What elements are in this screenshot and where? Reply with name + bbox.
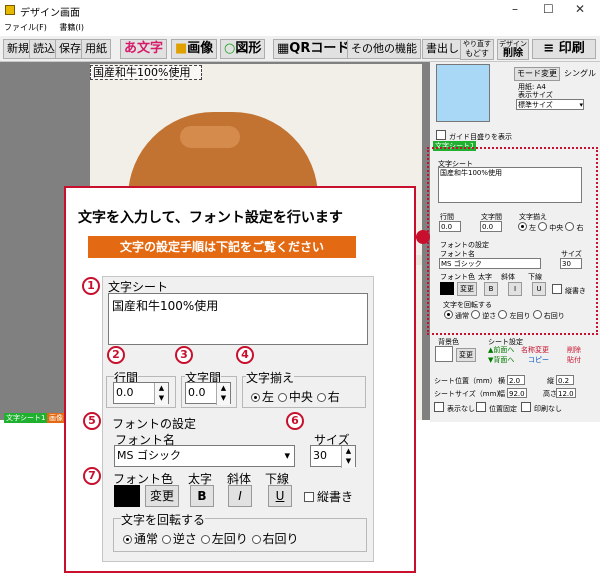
step-badge-4: 4 <box>236 346 254 364</box>
w-input[interactable]: 92.0 <box>507 388 527 398</box>
font-size-spinner[interactable]: ▲ ▼ <box>341 446 355 468</box>
minimize-button[interactable]: – <box>512 2 518 16</box>
italic-button[interactable]: I <box>228 485 252 507</box>
window-title: デザイン画面 <box>20 8 80 19</box>
menu-file[interactable]: ファイル(F) <box>4 23 47 32</box>
right-sheet-textarea[interactable]: 国産和牛100%使用 <box>438 167 582 203</box>
export-button[interactable]: 書出し <box>422 39 463 59</box>
paper-button[interactable]: 用紙 <box>81 39 111 59</box>
shape-button[interactable]: ○図形 <box>220 39 266 59</box>
text-button[interactable]: あ文字 <box>120 39 168 59</box>
x-input[interactable]: 2.0 <box>507 375 525 385</box>
print-icon: ≡ <box>543 41 555 56</box>
sheet-size-label: シートサイズ（mm） <box>434 390 504 398</box>
line-spacing-spinner[interactable]: ▲ ▼ <box>154 383 168 405</box>
callout-subtitle: 文字の設定手順は下記をご覧ください <box>88 236 356 258</box>
close-button[interactable]: ✕ <box>575 2 585 16</box>
paper-preview <box>436 64 490 122</box>
font-settings-label: フォントの設定 <box>112 417 197 431</box>
y-input[interactable]: 0.2 <box>556 375 574 385</box>
noprint-checkbox[interactable]: 印刷なし <box>521 402 562 414</box>
font-name-select[interactable]: MS ゴシック ▾ <box>114 445 295 467</box>
right-char-spacing-input[interactable]: 0.0 <box>480 221 502 232</box>
app-icon <box>5 5 15 15</box>
other-functions-button[interactable]: その他の機能 <box>347 39 421 59</box>
callout-title: 文字を入力して、フォント設定を行います <box>78 210 343 226</box>
copy-button[interactable]: コピー <box>528 355 549 365</box>
right-vertical-checkbox[interactable]: 縦書き <box>552 284 586 296</box>
selected-text-sheet[interactable]: 国産和牛100%使用 <box>90 65 202 80</box>
align-label: 文字揃え <box>246 369 295 386</box>
y-label: 縦 <box>547 377 554 385</box>
right-font-color-label: フォント色 <box>440 273 475 281</box>
right-rotate-label: 文字を回転する <box>443 301 492 309</box>
circle-icon: ○ <box>224 41 236 56</box>
chevron-down-icon: ▾ <box>284 449 290 462</box>
align-options[interactable]: 左 中央 右 <box>251 388 340 405</box>
font-color-swatch[interactable] <box>114 485 140 507</box>
rotate-label: 文字を回転する <box>121 511 206 528</box>
right-italic-label: 斜体 <box>501 273 515 281</box>
delete-design-button[interactable]: デザイン 削除 <box>497 39 529 60</box>
qr-icon: ▦ <box>277 41 290 56</box>
char-spacing-spinner[interactable]: ▲ ▼ <box>216 383 230 405</box>
w-label: 幅 <box>498 390 505 398</box>
right-italic-button[interactable]: I <box>508 282 522 296</box>
h-label: 高さ <box>543 390 557 398</box>
image-button[interactable]: ■画像 <box>171 39 218 59</box>
display-size-select[interactable]: 標準サイズ ▾ <box>516 99 584 110</box>
mode-value: シングル <box>564 69 596 78</box>
right-align-group[interactable]: 左 中央 右 <box>518 222 583 233</box>
step-badge-2: 2 <box>107 346 125 364</box>
right-underline-label: 下線 <box>528 273 542 281</box>
underline-button[interactable]: U <box>268 485 292 507</box>
print-button[interactable]: ≡ 印刷 <box>532 39 596 59</box>
right-size-input[interactable]: 30 <box>560 258 582 269</box>
mode-change-button[interactable]: モード変更 <box>514 67 560 81</box>
burger-highlight <box>180 126 240 148</box>
vertical-text-checkbox[interactable]: 縦書き <box>304 488 353 505</box>
right-align-label: 文字揃え <box>519 213 547 221</box>
x-label: 横 <box>498 377 505 385</box>
right-underline-button[interactable]: U <box>532 282 546 296</box>
step-badge-6: 6 <box>286 412 304 430</box>
bold-button[interactable]: B <box>190 485 214 507</box>
right-rotate-group[interactable]: 通常 逆さ 左回り 右回り <box>444 310 565 321</box>
right-line-spacing-input[interactable]: 0.0 <box>439 221 461 232</box>
text-sheet-input[interactable]: 国産和牛100%使用 <box>108 293 368 345</box>
delete-sheet-button[interactable]: 削除 <box>567 345 581 355</box>
maximize-button[interactable]: ☐ <box>543 2 554 16</box>
sheet-tab-text[interactable]: 文字シート1 <box>4 413 48 423</box>
bring-front-button[interactable]: ▲前面へ <box>488 345 514 355</box>
bg-color-swatch[interactable] <box>435 346 453 362</box>
step-badge-7: 7 <box>83 467 101 485</box>
color-change-button[interactable]: 変更 <box>145 485 179 507</box>
right-bold-label: 太字 <box>478 273 492 281</box>
sheet-position-label: シート位置（mm） <box>434 377 497 385</box>
rename-button[interactable]: 名称変更 <box>521 345 549 355</box>
menu-bar: ファイル(F) 書籍(I) <box>0 22 600 36</box>
chevron-down-icon: ▾ <box>579 101 583 109</box>
right-font-select[interactable]: MS ゴシック <box>439 258 541 269</box>
right-color-change-button[interactable]: 変更 <box>457 282 477 296</box>
step-badge-3: 3 <box>175 346 193 364</box>
qr-button[interactable]: ▦QRコード <box>273 39 354 59</box>
paste-button[interactable]: 貼付 <box>567 355 581 365</box>
right-bold-button[interactable]: B <box>484 282 498 296</box>
bg-change-button[interactable]: 変更 <box>456 348 476 362</box>
step-badge-1: 1 <box>82 277 100 295</box>
redo-button[interactable]: やり直す もどす <box>460 39 494 60</box>
menu-books[interactable]: 書籍(I) <box>59 23 84 32</box>
h-input[interactable]: 12.0 <box>556 388 576 398</box>
image-icon: ■ <box>175 41 188 56</box>
title-bar <box>0 0 600 22</box>
sheet-tab-image[interactable]: 画像 <box>47 413 65 423</box>
step-badge-5: 5 <box>83 412 101 430</box>
right-font-color-swatch[interactable] <box>440 282 454 295</box>
lock-checkbox[interactable]: 位置固定 <box>476 402 517 414</box>
hide-checkbox[interactable]: 表示なし <box>434 402 475 414</box>
send-back-button[interactable]: ▼背面へ <box>488 355 514 365</box>
rotate-options[interactable]: 通常 逆さ 左回り 右回り <box>123 530 299 547</box>
callout-dot <box>416 230 430 244</box>
